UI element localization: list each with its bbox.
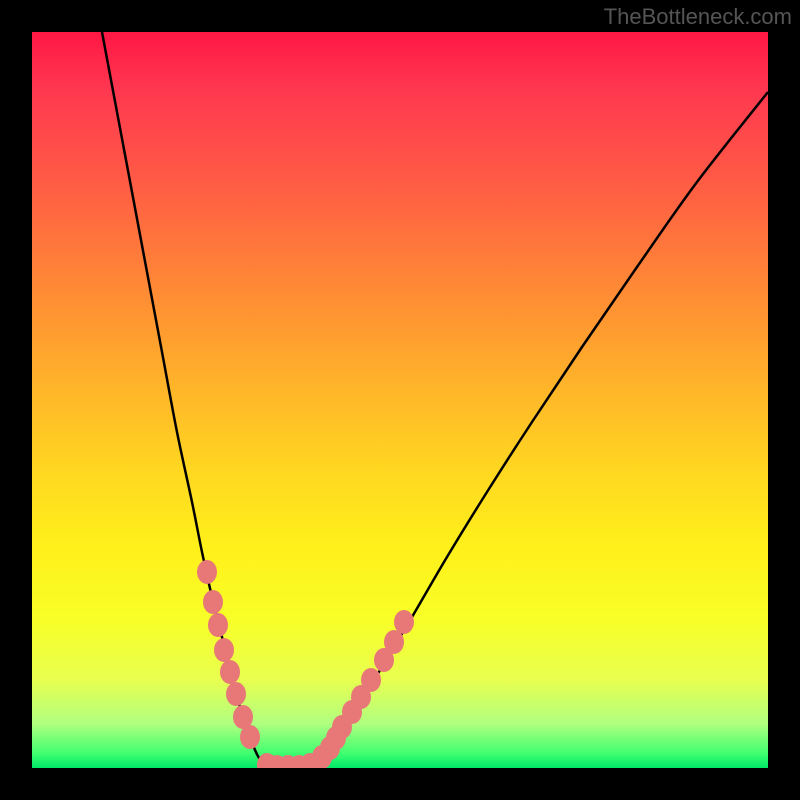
watermark: TheBottleneck.com xyxy=(604,4,792,30)
data-marker xyxy=(214,638,234,662)
plot-area xyxy=(32,32,768,768)
data-marker xyxy=(361,668,381,692)
data-markers xyxy=(197,560,414,768)
chart-container: TheBottleneck.com xyxy=(0,0,800,800)
data-marker xyxy=(394,610,414,634)
data-marker xyxy=(240,725,260,749)
data-marker xyxy=(384,630,404,654)
data-marker xyxy=(208,613,228,637)
bottleneck-curve xyxy=(102,32,768,768)
data-marker xyxy=(226,682,246,706)
data-marker xyxy=(220,660,240,684)
chart-svg xyxy=(32,32,768,768)
data-marker xyxy=(197,560,217,584)
data-marker xyxy=(203,590,223,614)
